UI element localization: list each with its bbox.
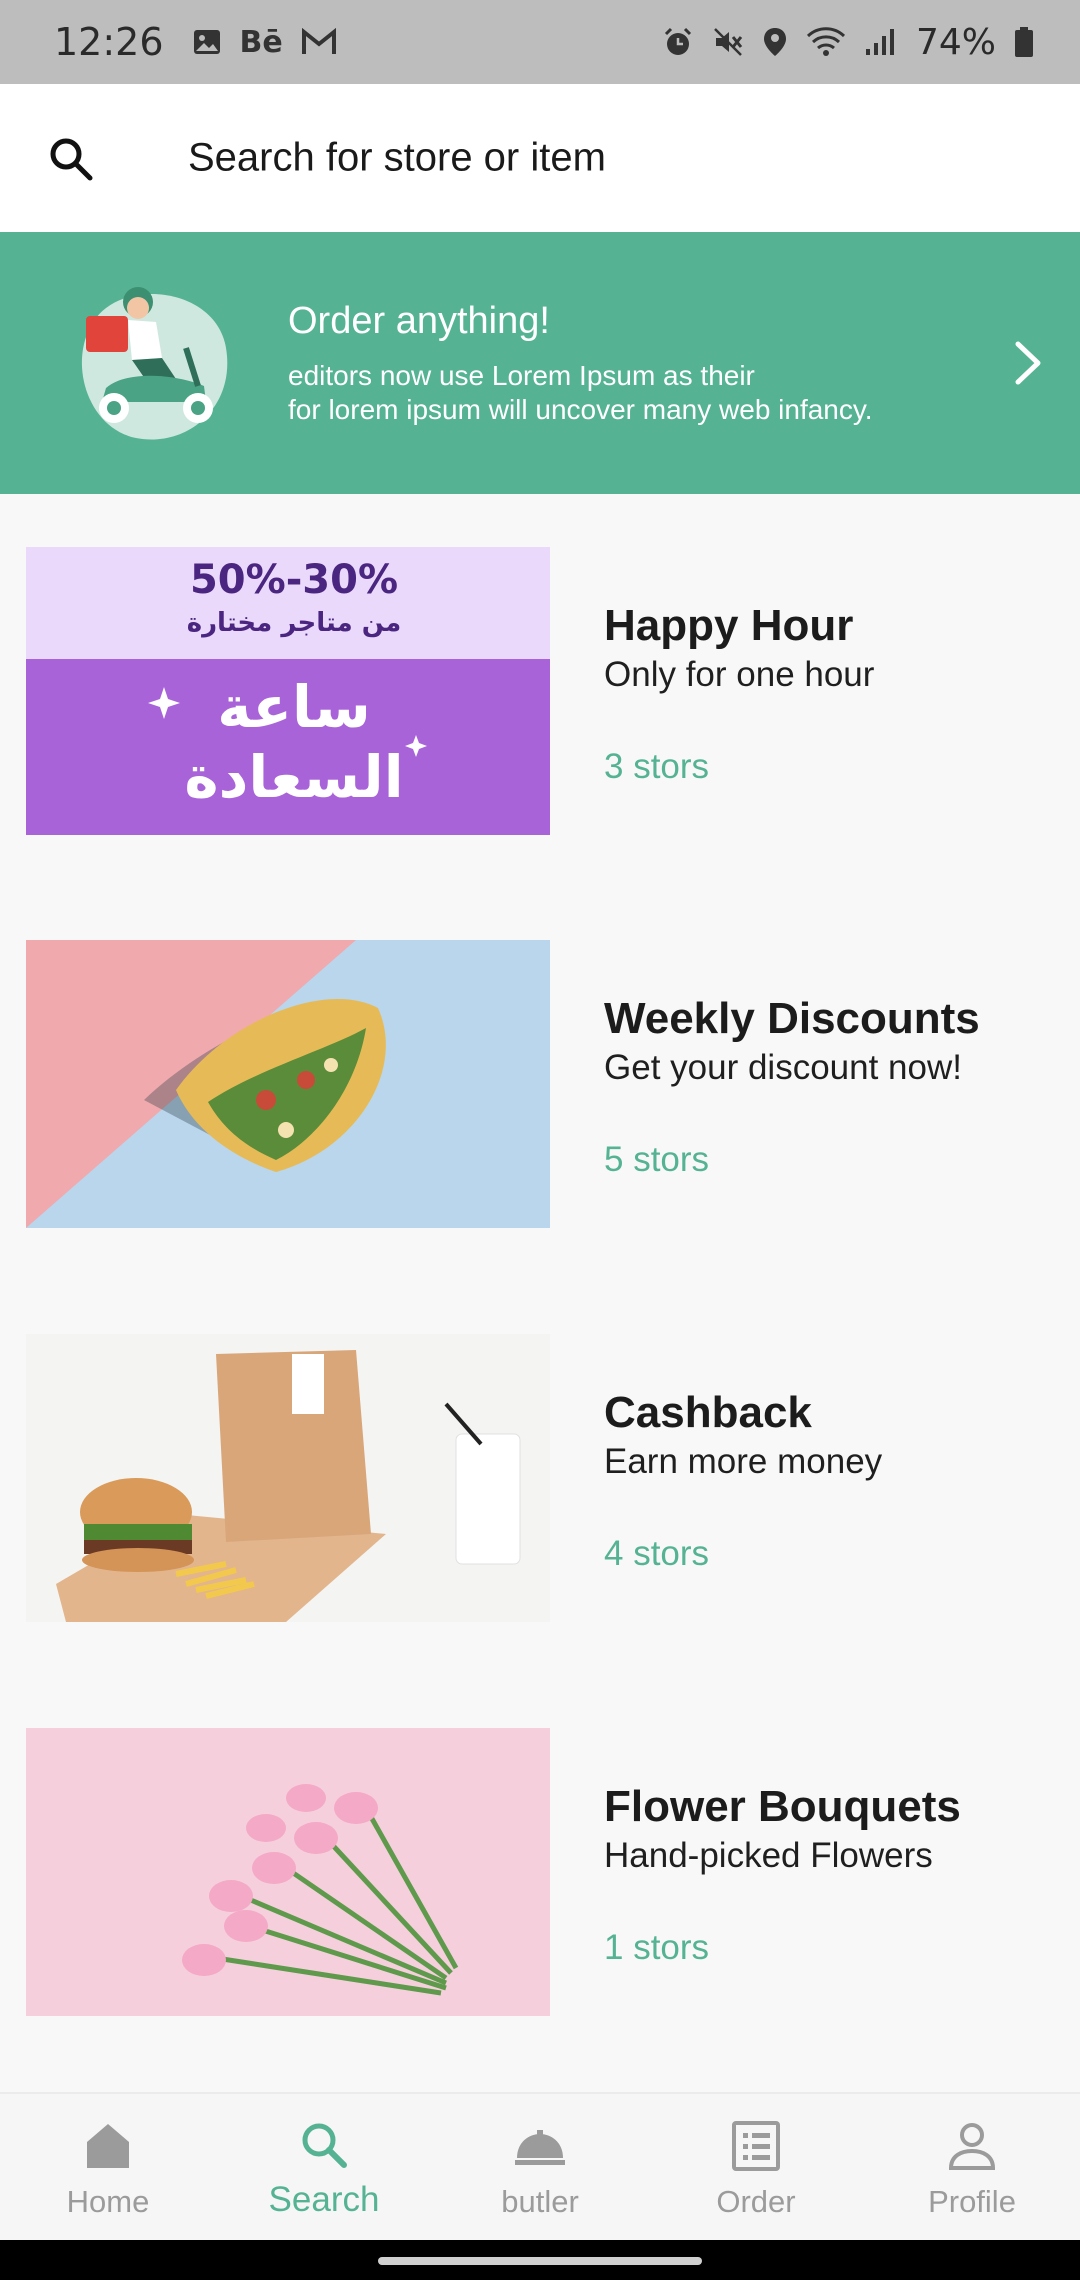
alarm-icon <box>662 26 694 58</box>
banner-title: Order anything! <box>288 300 550 342</box>
offer-store-count[interactable]: 1 stors <box>604 1928 709 1968</box>
nav-label: Search <box>268 2180 380 2219</box>
wifi-icon <box>806 26 846 58</box>
offer-subtitle: Only for one hour <box>604 655 875 694</box>
battery-percent: 74% <box>915 21 996 63</box>
offer-card-weekly-discounts[interactable]: Weekly Discounts Get your discount now! … <box>26 940 1066 1228</box>
happy-hour-image: 50%-30% من متاجر مختارة ساعة السعادة <box>26 547 550 835</box>
nav-label: Profile <box>928 2184 1016 2219</box>
offer-card-flower-bouquets[interactable]: Flower Bouquets Hand-picked Flowers 1 st… <box>26 1728 1066 2016</box>
gmail-icon <box>301 28 337 56</box>
offer-store-count[interactable]: 4 stors <box>604 1534 709 1574</box>
nav-item-home[interactable]: Home <box>0 2094 216 2242</box>
status-bar: 12:26 Bē 74% <box>0 0 1080 84</box>
delivery-scooter-illustration <box>66 278 236 448</box>
nav-label: butler <box>501 2184 579 2219</box>
vibrate-mute-icon <box>712 26 744 58</box>
home-gesture-handle[interactable] <box>378 2257 702 2265</box>
location-icon <box>762 26 788 58</box>
nav-item-order[interactable]: Order <box>648 2094 864 2242</box>
offer-card-cashback[interactable]: Cashback Earn more money 4 stors <box>26 1334 1066 1622</box>
nav-item-profile[interactable]: Profile <box>864 2094 1080 2242</box>
signal-icon <box>864 27 898 57</box>
tulips-image <box>26 1728 550 2016</box>
search-icon <box>299 2120 349 2172</box>
offer-store-count[interactable]: 3 stors <box>604 747 709 787</box>
offer-title: Happy Hour <box>604 601 854 650</box>
chevron-right-icon[interactable] <box>1008 338 1048 388</box>
offer-subtitle: Hand-picked Flowers <box>604 1836 933 1875</box>
list-icon <box>731 2120 781 2172</box>
battery-icon <box>1014 26 1034 58</box>
offer-store-count[interactable]: 5 stors <box>604 1140 709 1180</box>
system-gesture-bar <box>0 2240 1080 2280</box>
happy-hour-image-sub: من متاجر مختارة <box>187 608 402 638</box>
nav-item-butler[interactable]: butler <box>432 2094 648 2242</box>
offer-title: Cashback <box>604 1388 812 1437</box>
burger-meal-image <box>26 1334 550 1622</box>
offer-card-happy-hour[interactable]: 50%-30% من متاجر مختارة ساعة السعادة Hap… <box>26 547 1066 835</box>
offer-subtitle: Earn more money <box>604 1442 883 1481</box>
status-right: 74% <box>662 22 1034 63</box>
order-anything-banner[interactable]: Order anything! editors now use Lorem Ip… <box>0 232 1080 494</box>
status-left: 12:26 Bē <box>54 20 337 64</box>
behance-icon: Bē <box>239 24 283 60</box>
offer-title: Flower Bouquets <box>604 1782 961 1831</box>
search-input[interactable]: Search for store or item <box>188 136 606 181</box>
taco-image <box>26 940 550 1228</box>
bottom-navigation: Home Search butler Order Profile <box>0 2092 1080 2242</box>
banner-description-line2: for lorem ipsum will uncover many web in… <box>288 394 873 425</box>
gallery-icon <box>192 27 222 57</box>
search-bar[interactable]: Search for store or item <box>0 84 1080 232</box>
banner-description-line1: editors now use Lorem Ipsum as their <box>288 360 755 391</box>
happy-hour-image-main2: السعادة <box>184 743 403 811</box>
cloche-icon <box>515 2120 565 2172</box>
happy-hour-image-main1: ساعة <box>217 673 371 741</box>
nav-label: Home <box>66 2184 150 2219</box>
offer-subtitle: Get your discount now! <box>604 1048 962 1087</box>
nav-label: Order <box>716 2184 796 2219</box>
status-time: 12:26 <box>54 20 164 64</box>
offer-title: Weekly Discounts <box>604 994 980 1043</box>
happy-hour-image-percent: 50%-30% <box>190 557 398 603</box>
person-icon <box>947 2120 997 2172</box>
search-icon[interactable] <box>46 134 96 184</box>
home-icon <box>83 2120 133 2172</box>
nav-item-search[interactable]: Search <box>216 2094 432 2242</box>
